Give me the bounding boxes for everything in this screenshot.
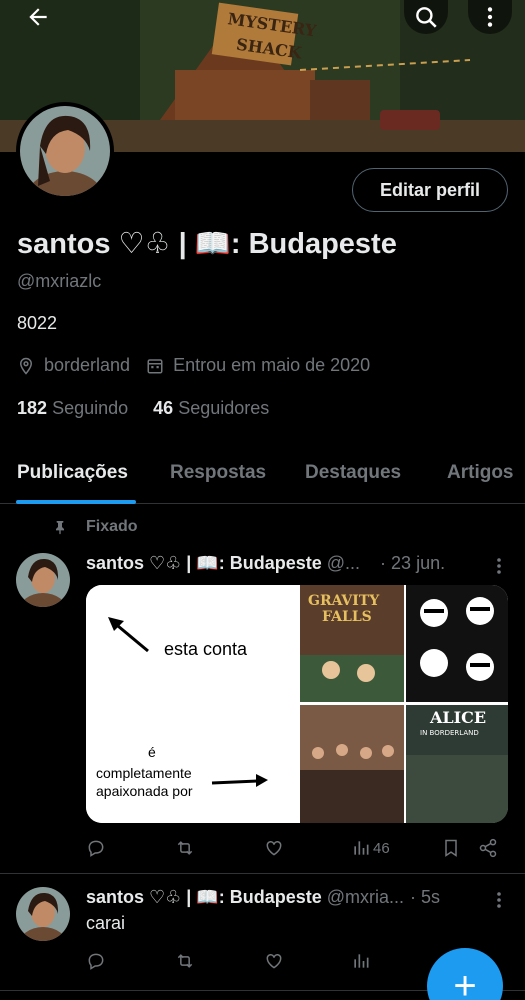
- bookmark-icon: [445, 839, 457, 857]
- more-vertical-icon: [497, 892, 501, 908]
- repost-button[interactable]: [175, 838, 195, 858]
- more-vertical-icon: [487, 7, 493, 27]
- post-avatar[interactable]: [16, 887, 70, 941]
- profile-avatar[interactable]: [16, 102, 114, 200]
- post-header: santos ♡♧ | 📖: Budapeste @mxria... · 5s: [86, 887, 440, 908]
- post-author-handle: @...: [326, 553, 361, 573]
- profile-bio: 8022: [17, 313, 58, 333]
- reply-button[interactable]: [86, 951, 106, 971]
- profile-location: borderland: [44, 355, 131, 375]
- views-icon: [354, 954, 369, 968]
- profile-name: santos ♡♧ | 📖: Budapeste: [17, 228, 397, 260]
- tab-respostas[interactable]: Respostas: [170, 462, 266, 484]
- heart-icon: [266, 953, 282, 969]
- post-header: santos ♡♧ | 📖: Budapeste @... · 23 jun.: [86, 553, 445, 574]
- reply-icon: [88, 840, 104, 857]
- media-text-completamente: completamente: [96, 765, 192, 781]
- post-divider: [0, 873, 525, 874]
- poster-alice-title: ALICE: [429, 708, 486, 727]
- repost-icon: [177, 841, 193, 855]
- tab-artigos[interactable]: Artigos: [447, 462, 514, 484]
- tab-destaques[interactable]: Destaques: [305, 462, 401, 484]
- media-text-e: é: [148, 744, 156, 760]
- repost-button[interactable]: [175, 951, 195, 971]
- tab-publicacoes[interactable]: Publicações: [17, 462, 128, 484]
- reply-button[interactable]: [86, 838, 106, 858]
- poster-alice-sub: IN BORDERLAND: [420, 729, 479, 737]
- post-author-name[interactable]: santos ♡♧ | 📖: Budapeste: [86, 553, 322, 574]
- pin-icon: [56, 521, 64, 535]
- post-time: · 23 jun.: [380, 553, 446, 573]
- views-button[interactable]: [351, 951, 371, 971]
- repost-icon: [177, 954, 193, 968]
- arrow-left-icon: [29, 8, 47, 26]
- post-time: · 5s: [410, 887, 441, 907]
- poster-gravity-falls-b: FALLS: [322, 609, 372, 625]
- post-actions: 46: [86, 838, 506, 862]
- active-tab-indicator: [16, 500, 136, 504]
- profile-meta: borderland Entrou em maio de 2020: [17, 355, 370, 376]
- share-button[interactable]: [478, 838, 498, 858]
- reply-icon: [88, 953, 104, 970]
- post-more-button[interactable]: [492, 890, 506, 915]
- poster-gravity-falls-a: GRAVITY: [308, 593, 380, 609]
- profile-tabs: Publicações Respostas Destaques Artigos: [0, 446, 525, 504]
- following-link[interactable]: 182 Seguindo: [17, 398, 128, 418]
- like-button[interactable]: [264, 838, 284, 858]
- calendar-icon: [146, 357, 164, 375]
- location-icon: [17, 357, 35, 375]
- profile-handle: @mxriazlc: [17, 271, 102, 291]
- share-icon: [479, 838, 497, 858]
- heart-icon: [266, 840, 282, 856]
- post-author-name[interactable]: santos ♡♧ | 📖: Budapeste: [86, 887, 322, 908]
- followers-link[interactable]: 46 Seguidores: [153, 398, 269, 418]
- like-button[interactable]: [264, 951, 284, 971]
- search-icon: [416, 7, 437, 28]
- edit-profile-button[interactable]: Editar perfil: [352, 168, 508, 212]
- profile-joined: Entrou em maio de 2020: [173, 355, 371, 375]
- more-vertical-icon: [497, 558, 501, 574]
- post-more-button[interactable]: [492, 556, 506, 581]
- pinned-label: Fixado: [52, 518, 138, 536]
- media-text-esta-conta: esta conta: [164, 639, 248, 659]
- follow-stats: 182 Seguindo 46 Seguidores: [17, 398, 269, 419]
- post-media[interactable]: esta conta é completamente apaixonada po…: [86, 585, 508, 823]
- post-text: carai: [86, 913, 126, 933]
- media-text-apaixonada: apaixonada por: [96, 783, 193, 799]
- post-avatar[interactable]: [16, 553, 70, 607]
- views-count: 46: [373, 839, 390, 857]
- views-button[interactable]: 46: [351, 838, 390, 858]
- bookmark-button[interactable]: [441, 838, 461, 858]
- views-icon: [354, 841, 369, 855]
- post-author-handle: @mxria...: [326, 887, 405, 907]
